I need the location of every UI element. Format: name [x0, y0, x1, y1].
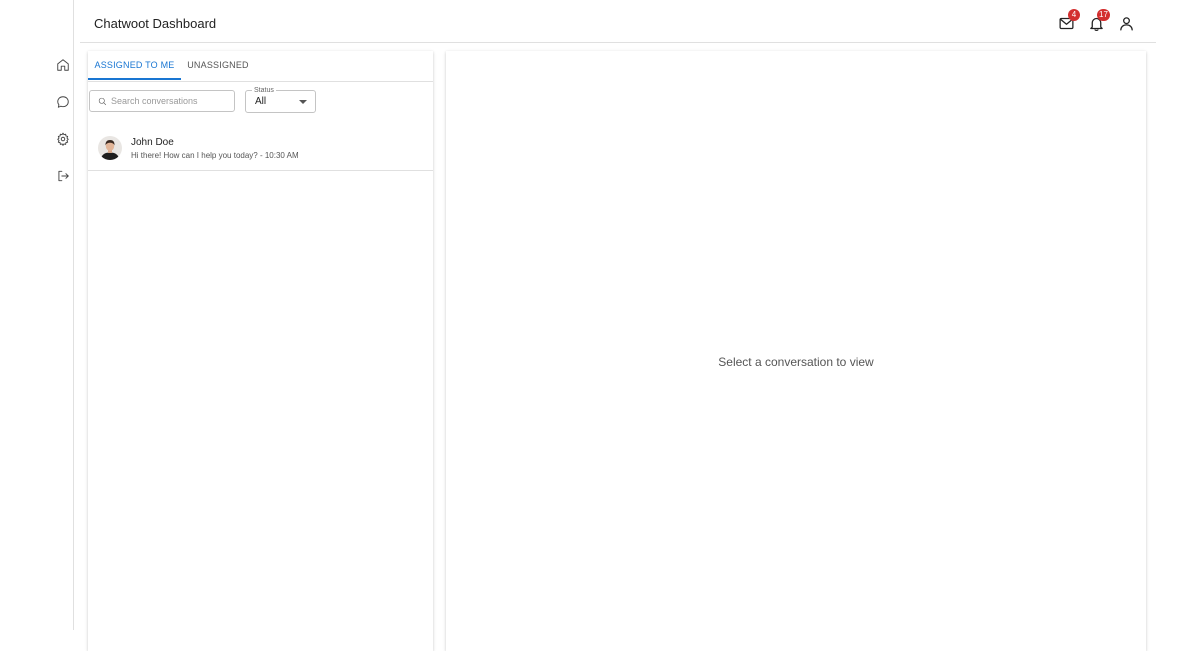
search-box: [89, 90, 235, 112]
conversation-preview: Hi there! How can I help you today? - 10…: [131, 151, 299, 160]
status-filter-value: All: [255, 96, 267, 107]
top-header: Chatwoot Dashboard 4 17: [80, 0, 1156, 43]
avatar: [98, 136, 122, 160]
notifications-button[interactable]: 17: [1086, 9, 1110, 33]
caret-down-icon: [299, 100, 307, 104]
user-icon: [1119, 16, 1133, 31]
sidebar: [0, 0, 74, 630]
nav-settings-button[interactable]: [52, 128, 74, 150]
home-icon: [57, 59, 69, 71]
tab-unassigned[interactable]: UNASSIGNED: [181, 51, 255, 80]
empty-state-message: Select a conversation to view: [718, 355, 874, 369]
conversation-list-panel: ASSIGNED TO ME UNASSIGNED Status All Joh…: [88, 51, 433, 651]
page-title: Chatwoot Dashboard: [94, 16, 217, 31]
conversation-list-item[interactable]: John Doe Hi there! How can I help you to…: [88, 128, 433, 171]
chat-icon: [57, 96, 69, 108]
nav-home-button[interactable]: [52, 54, 74, 76]
status-filter-select[interactable]: Status All: [245, 86, 316, 113]
search-icon: [98, 97, 107, 106]
status-filter-label: Status: [252, 86, 276, 95]
notifications-count-badge: 17: [1097, 9, 1110, 21]
conversation-detail-panel: Select a conversation to view: [446, 51, 1146, 651]
profile-button[interactable]: [1116, 13, 1136, 33]
conversation-tabs: ASSIGNED TO ME UNASSIGNED: [88, 51, 433, 82]
conversation-contact-name: John Doe: [131, 137, 174, 148]
mail-count-badge: 4: [1068, 9, 1080, 21]
gear-icon: [57, 132, 69, 146]
nav-logout-button[interactable]: [52, 165, 74, 187]
search-input[interactable]: [111, 94, 231, 108]
nav-conversations-button[interactable]: [52, 91, 74, 113]
tab-assigned-to-me[interactable]: ASSIGNED TO ME: [88, 51, 181, 80]
mail-button[interactable]: 4: [1056, 9, 1080, 33]
logout-icon: [58, 170, 69, 182]
